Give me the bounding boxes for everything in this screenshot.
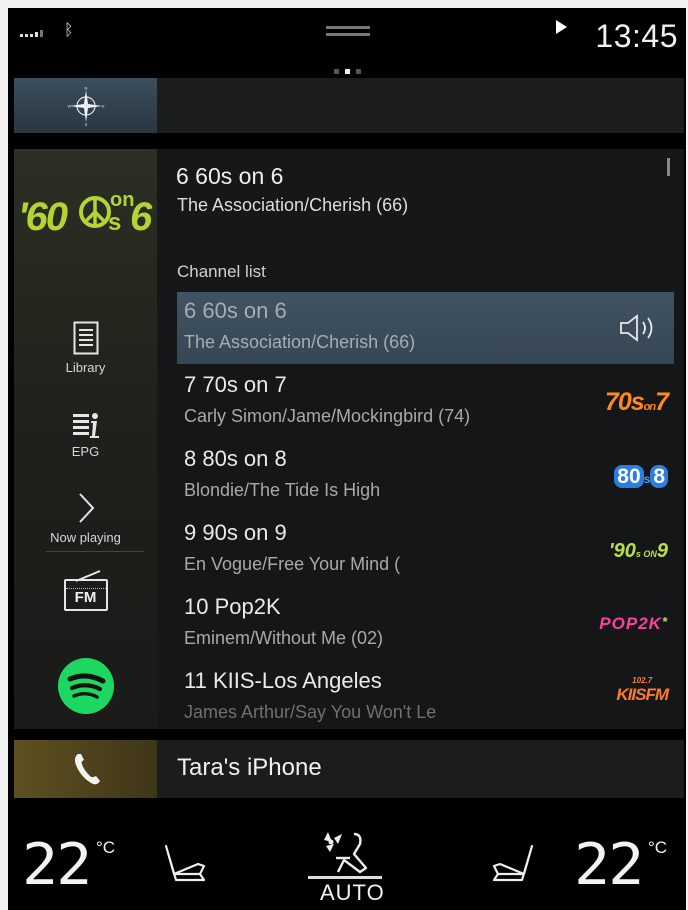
station-logo-text-6: 6 bbox=[130, 195, 153, 239]
channel-logo-pop2k: POP2K* bbox=[599, 614, 668, 634]
channel-list[interactable]: 6 60s on 6 The Association/Cherish (66) … bbox=[177, 292, 674, 729]
logo-90s-text: '90 bbox=[608, 540, 636, 562]
media-side-panel: '60 s on 6 Library EPG Now playing FM bbox=[14, 149, 157, 729]
auto-mode-indicator bbox=[308, 876, 382, 879]
channel-list-header: Channel list bbox=[177, 262, 266, 281]
right-temperature[interactable]: 22 bbox=[574, 832, 644, 899]
now-playing-subtitle: The Association/Cherish (66) bbox=[177, 195, 409, 215]
svg-text:E: E bbox=[102, 104, 105, 109]
navigation-tile-icon-area[interactable]: N S W E bbox=[14, 78, 157, 133]
channel-title: 8 80s on 8 bbox=[184, 446, 287, 471]
media-tile: '60 s on 6 Library EPG Now playing FM 6 … bbox=[14, 149, 684, 729]
right-seat-heat-icon[interactable] bbox=[488, 842, 538, 888]
svg-text:W: W bbox=[68, 104, 72, 109]
chevron-right-icon bbox=[78, 493, 94, 523]
channel-subtitle: En Vogue/Free Your Mind ( bbox=[184, 554, 401, 574]
logo-pop2k-star: * bbox=[661, 614, 668, 629]
logo-70s-on: on bbox=[643, 401, 656, 413]
channel-subtitle: Carly Simon/Jame/Mockingbird (74) bbox=[184, 406, 471, 426]
page-indicator bbox=[334, 69, 361, 74]
channel-item[interactable]: 6 60s on 6 The Association/Cherish (66) bbox=[177, 292, 674, 364]
library-label: Library bbox=[65, 360, 106, 375]
logo-80s-text: 80 bbox=[614, 465, 644, 488]
now-playing-title: 6 60s on 6 bbox=[176, 163, 284, 189]
channel-subtitle: James Arthur/Say You Won't Le bbox=[184, 702, 437, 722]
epg-label: EPG bbox=[71, 444, 100, 459]
epg-button[interactable]: EPG bbox=[14, 411, 157, 459]
station-logo: '60 s on 6 bbox=[18, 189, 154, 245]
infotainment-screen: ᛒ 13:45 N S W E '60 s on 6 Library EPG N… bbox=[8, 8, 686, 910]
spotify-source-button[interactable] bbox=[14, 657, 157, 720]
phone-device-name: Tara's iPhone bbox=[177, 754, 322, 781]
play-status-icon bbox=[556, 20, 567, 34]
phone-tile-icon-area[interactable] bbox=[14, 740, 157, 798]
library-button[interactable]: Library bbox=[14, 321, 157, 375]
peace-symbol-icon bbox=[79, 196, 111, 228]
channel-item[interactable]: 10 Pop2K Eminem/Without Me (02) POP2K* bbox=[177, 588, 674, 660]
logo-70s-7: 7 bbox=[655, 388, 669, 416]
logo-90s-on: s ON bbox=[635, 549, 657, 559]
station-logo-text-60: '60 bbox=[18, 195, 68, 239]
speaker-icon bbox=[620, 314, 653, 342]
left-temperature-unit: °C bbox=[96, 838, 116, 857]
clock: 13:45 bbox=[595, 18, 678, 54]
channel-item[interactable]: 9 90s on 9 En Vogue/Free Your Mind ( '90… bbox=[177, 514, 674, 586]
channel-subtitle: Blondie/The Tide Is High bbox=[184, 480, 381, 500]
compass-icon: N S W E bbox=[68, 86, 106, 126]
phone-tile[interactable]: Tara's iPhone bbox=[14, 740, 684, 798]
fm-label: FM bbox=[74, 589, 97, 606]
channel-logo-90s: '90s ON9 bbox=[609, 540, 668, 563]
channel-subtitle: The Association/Cherish (66) bbox=[184, 332, 416, 352]
spotify-icon bbox=[57, 658, 114, 714]
phone-handset-icon bbox=[74, 754, 100, 785]
channel-item[interactable]: 7 70s on 7 Carly Simon/Jame/Mockingbird … bbox=[177, 366, 674, 438]
channel-title: 7 70s on 7 bbox=[184, 372, 287, 397]
left-temperature[interactable]: 22 bbox=[22, 832, 92, 899]
now-playing-button[interactable]: Now playing bbox=[14, 491, 157, 545]
signal-strength-icon bbox=[20, 30, 43, 37]
channel-list-scrollbar[interactable] bbox=[667, 158, 670, 176]
fm-source-button[interactable]: FM bbox=[14, 569, 157, 616]
channel-item[interactable]: 11 KIIS-Los Angeles James Arthur/Say You… bbox=[177, 662, 674, 729]
svg-text:S: S bbox=[85, 122, 88, 126]
pull-down-handle[interactable] bbox=[326, 26, 370, 36]
library-icon bbox=[73, 321, 98, 355]
channel-logo-70s: 70son7 bbox=[604, 388, 669, 417]
channel-item[interactable]: 8 80s on 8 Blondie/The Tide Is High 80 s 8 bbox=[177, 440, 674, 512]
logo-70s-text: 70s bbox=[604, 388, 645, 416]
auto-climate-button[interactable]: AUTO bbox=[320, 880, 385, 906]
channel-logo-80s: 80 s 8 bbox=[614, 465, 668, 489]
right-temperature-unit: °C bbox=[648, 838, 668, 857]
epg-icon bbox=[72, 413, 99, 438]
channel-title: 6 60s on 6 bbox=[184, 298, 287, 323]
fm-radio-icon: FM bbox=[62, 569, 110, 611]
channel-title: 9 90s on 9 bbox=[184, 520, 287, 545]
logo-kiis-freq: 102.7 bbox=[632, 676, 653, 685]
side-divider bbox=[46, 551, 144, 552]
left-seat-heat-icon[interactable] bbox=[160, 842, 210, 888]
logo-pop2k-text: POP2K bbox=[599, 614, 662, 633]
logo-kiis-text: KIISFM bbox=[616, 685, 669, 704]
navigation-tile[interactable]: N S W E bbox=[14, 78, 684, 133]
now-playing-label: Now playing bbox=[50, 530, 121, 545]
channel-title: 11 KIIS-Los Angeles bbox=[184, 668, 382, 693]
logo-90s-9: 9 bbox=[656, 540, 668, 562]
station-logo-text-s: s bbox=[108, 209, 122, 236]
bluetooth-icon: ᛒ bbox=[64, 22, 74, 39]
channel-logo-kiisfm: 102.7 KIISFM bbox=[616, 676, 669, 705]
svg-text:N: N bbox=[85, 86, 88, 91]
status-bar: ᛒ 13:45 bbox=[8, 8, 686, 74]
channel-title: 10 Pop2K bbox=[184, 594, 281, 619]
logo-80s-8: 8 bbox=[650, 465, 668, 488]
channel-subtitle: Eminem/Without Me (02) bbox=[184, 628, 384, 648]
